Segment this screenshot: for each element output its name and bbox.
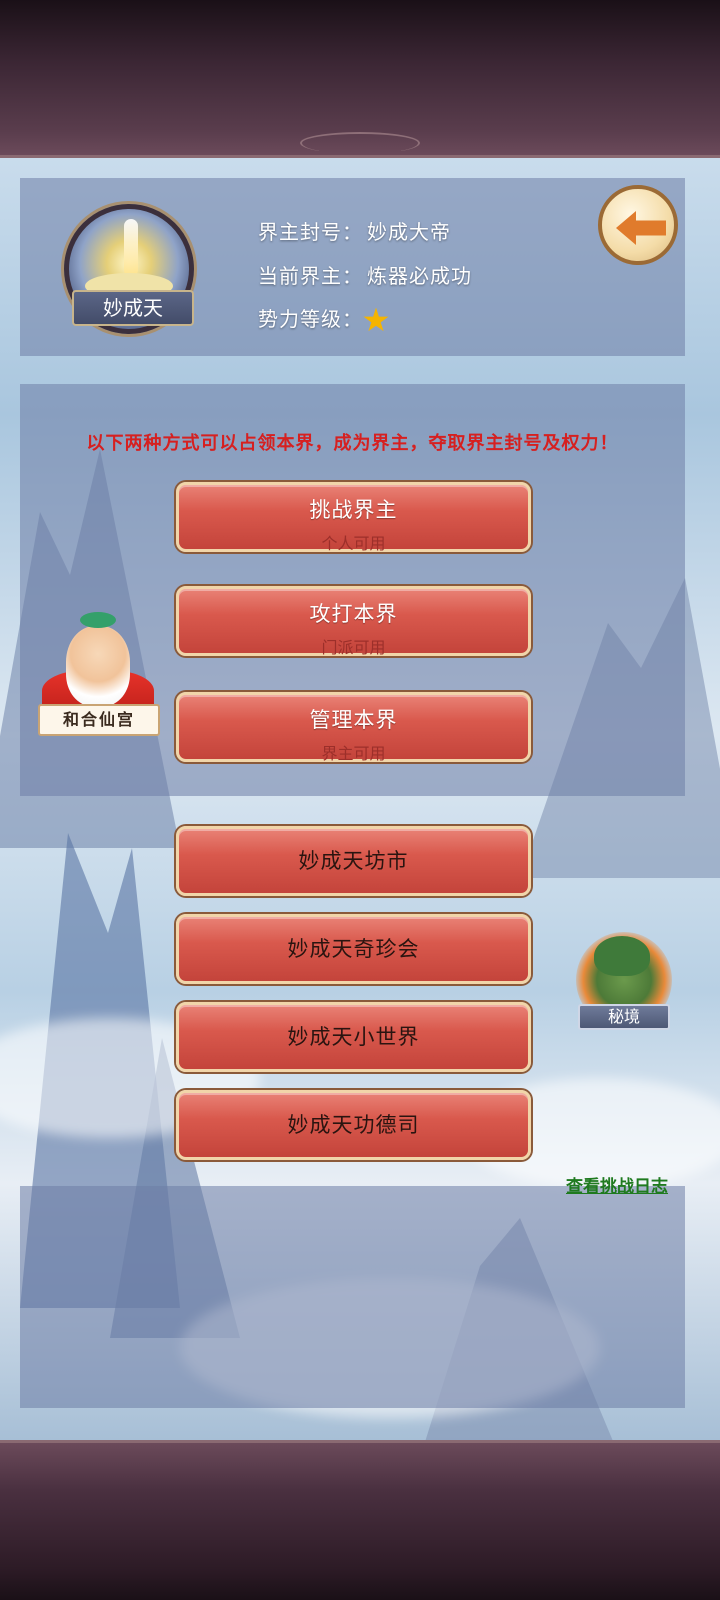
npc-face	[66, 626, 130, 706]
current-lord-value: 炼器必成功	[367, 264, 472, 288]
merit-office-button[interactable]: 妙成天功德司	[176, 1090, 531, 1160]
button-sublabel: 界主可用	[321, 744, 386, 763]
realm-title-line: 界主封号： 妙成大帝	[258, 216, 451, 245]
emblem-glow	[124, 219, 138, 277]
frame-ornament	[300, 132, 420, 154]
challenge-lord-button[interactable]: 挑战界主 个人可用	[176, 482, 531, 553]
button-label: 妙成天功德司	[287, 1113, 420, 1137]
realm-title-value: 妙成大帝	[367, 220, 451, 244]
manage-realm-button[interactable]: 管理本界 界主可用	[176, 692, 531, 763]
button-sublabel: 门派可用	[321, 638, 386, 657]
market-button[interactable]: 妙成天坊市	[176, 826, 531, 896]
button-sublabel: 个人可用	[321, 534, 386, 553]
npc-hat	[80, 612, 116, 628]
secret-realm-label: 秘境	[578, 1004, 670, 1030]
power-level-line: 势力等级：	[258, 303, 389, 334]
treasure-auction-button[interactable]: 妙成天奇珍会	[176, 914, 531, 984]
back-button[interactable]	[598, 185, 678, 265]
realm-title-label: 界主封号：	[258, 220, 363, 244]
button-label: 妙成天坊市	[298, 849, 409, 873]
star-icon	[363, 307, 389, 332]
scene-background	[0, 158, 720, 1440]
current-lord-line: 当前界主： 炼器必成功	[258, 260, 472, 289]
npc-name-label: 和合仙宫	[38, 704, 160, 736]
top-frame	[0, 0, 720, 158]
button-label: 挑战界主	[309, 498, 398, 522]
bottom-frame	[0, 1440, 720, 1600]
current-lord-label: 当前界主：	[258, 264, 363, 288]
power-level-label: 势力等级：	[258, 307, 363, 331]
back-arrow-icon	[616, 211, 666, 245]
button-label: 攻打本界	[309, 602, 398, 626]
button-label: 妙成天小世界	[287, 1025, 420, 1049]
realm-name-label: 妙成天	[72, 290, 194, 326]
bottom-panel	[20, 1186, 685, 1408]
small-world-button[interactable]: 妙成天小世界	[176, 1002, 531, 1072]
button-label: 管理本界	[309, 708, 398, 732]
challenge-log-link[interactable]: 查看挑战日志	[566, 1172, 668, 1197]
attack-realm-button[interactable]: 攻打本界 门派可用	[176, 586, 531, 657]
button-label: 妙成天奇珍会	[287, 937, 420, 961]
tree-icon	[594, 936, 650, 976]
occupy-notice: 以下两种方式可以占领本界，成为界主，夺取界主封号及权力！	[86, 433, 619, 454]
